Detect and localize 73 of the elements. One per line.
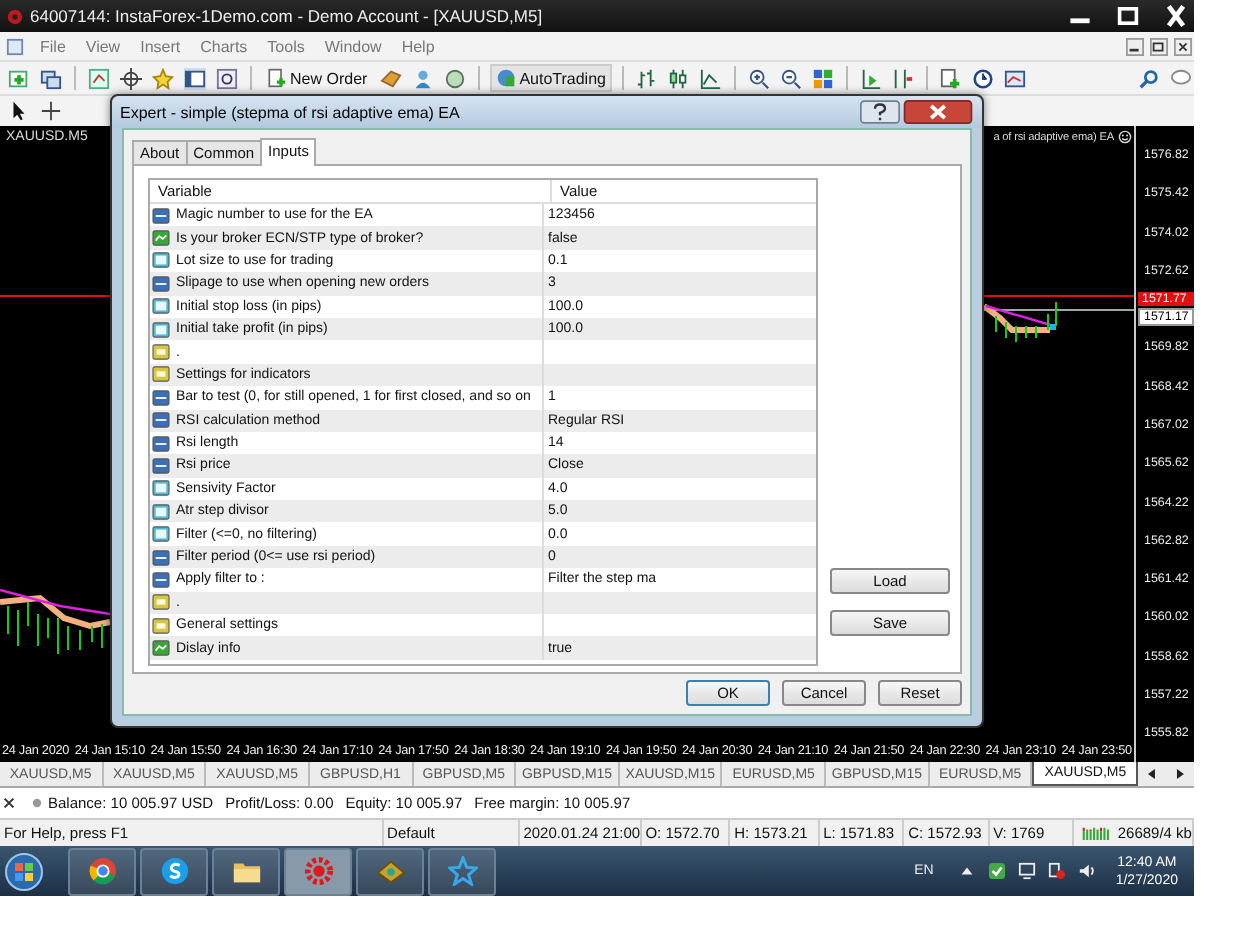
start-button[interactable] bbox=[4, 851, 44, 891]
clock-icon[interactable] bbox=[971, 67, 994, 89]
indicator-icon[interactable] bbox=[939, 67, 962, 89]
type-icon bbox=[152, 252, 170, 269]
zoom-in-icon[interactable] bbox=[747, 67, 770, 89]
close-icon[interactable] bbox=[902, 100, 974, 124]
dot-icon bbox=[32, 798, 42, 808]
meter-icon bbox=[1082, 826, 1110, 840]
type-icon bbox=[152, 412, 170, 429]
taskbar-button[interactable] bbox=[212, 847, 280, 895]
window-title: 64007144: InstaForex-1Demo.com - Demo Account - [XAUUSD,M5] bbox=[30, 6, 543, 26]
template-icon[interactable] bbox=[1003, 67, 1026, 89]
star-icon bbox=[447, 856, 477, 886]
shift-icon[interactable] bbox=[891, 67, 914, 89]
taskbar-button[interactable] bbox=[428, 847, 496, 895]
menu-item[interactable]: Charts bbox=[190, 37, 258, 55]
grid-icon[interactable] bbox=[811, 67, 834, 89]
scroll-icon[interactable] bbox=[859, 67, 882, 89]
type-icon bbox=[152, 230, 170, 247]
zoom-out-icon[interactable] bbox=[779, 67, 802, 89]
menu-item[interactable]: Window bbox=[314, 37, 392, 55]
type-icon bbox=[152, 275, 170, 292]
menu-item[interactable]: File bbox=[30, 37, 76, 55]
new-order-button[interactable]: New Order bbox=[262, 66, 372, 90]
chart-icon[interactable] bbox=[6, 37, 24, 55]
restore-icon[interactable] bbox=[1150, 37, 1168, 55]
autotrading-button[interactable]: AutoTrading bbox=[489, 64, 612, 92]
robot-icon bbox=[495, 68, 516, 88]
left-arrow-icon[interactable] bbox=[1144, 766, 1160, 782]
check-icon[interactable] bbox=[987, 862, 1006, 880]
window-icon[interactable] bbox=[184, 67, 206, 89]
line-chart-icon[interactable] bbox=[699, 67, 722, 89]
menu-item[interactable]: Help bbox=[391, 37, 445, 55]
taskbar-button[interactable] bbox=[356, 847, 424, 895]
smiley-icon bbox=[1118, 130, 1132, 144]
type-icon bbox=[152, 640, 170, 657]
help-icon[interactable] bbox=[860, 100, 900, 124]
right-arrow-icon[interactable] bbox=[1171, 766, 1188, 782]
close-icon[interactable] bbox=[1174, 37, 1192, 55]
ball-icon bbox=[87, 856, 117, 886]
crosshair-icon[interactable] bbox=[40, 100, 62, 122]
bar-chart-icon[interactable] bbox=[635, 67, 658, 89]
cursor-icon[interactable] bbox=[8, 100, 30, 122]
type-icon bbox=[152, 457, 170, 474]
monitor-icon[interactable] bbox=[1017, 862, 1036, 880]
document-plus-icon bbox=[266, 68, 286, 88]
speaker-icon[interactable] bbox=[1077, 862, 1096, 880]
candle-icon[interactable] bbox=[667, 67, 690, 89]
crosshair-icon[interactable] bbox=[120, 67, 142, 89]
type-icon bbox=[152, 571, 170, 588]
type-icon bbox=[152, 207, 170, 224]
taskbar-button[interactable] bbox=[140, 847, 208, 895]
network-icon[interactable] bbox=[1047, 862, 1066, 880]
type-icon bbox=[152, 549, 170, 566]
minimize-icon[interactable] bbox=[1126, 37, 1144, 55]
type-icon bbox=[152, 435, 170, 452]
windows-icon[interactable] bbox=[40, 67, 62, 89]
taskbar-button[interactable] bbox=[68, 847, 136, 895]
chart-icon[interactable] bbox=[88, 67, 110, 89]
close-icon[interactable] bbox=[2, 796, 16, 810]
person-icon[interactable] bbox=[411, 67, 434, 89]
star-icon[interactable] bbox=[152, 67, 174, 89]
diamond-icon bbox=[375, 856, 405, 886]
type-icon bbox=[152, 389, 170, 406]
menu-item[interactable]: Tools bbox=[257, 37, 315, 55]
swirl-icon bbox=[159, 856, 189, 886]
menu-item[interactable]: Insert bbox=[130, 37, 191, 55]
dialog-title: Expert - simple (stepma of rsi adaptive ema) EA bbox=[120, 103, 460, 121]
tag-icon[interactable] bbox=[379, 67, 402, 89]
add-chart-icon[interactable] bbox=[8, 67, 30, 89]
menu-item[interactable]: View bbox=[75, 37, 131, 55]
search-icon[interactable] bbox=[1138, 67, 1160, 89]
up-arrow-icon[interactable] bbox=[957, 862, 976, 880]
